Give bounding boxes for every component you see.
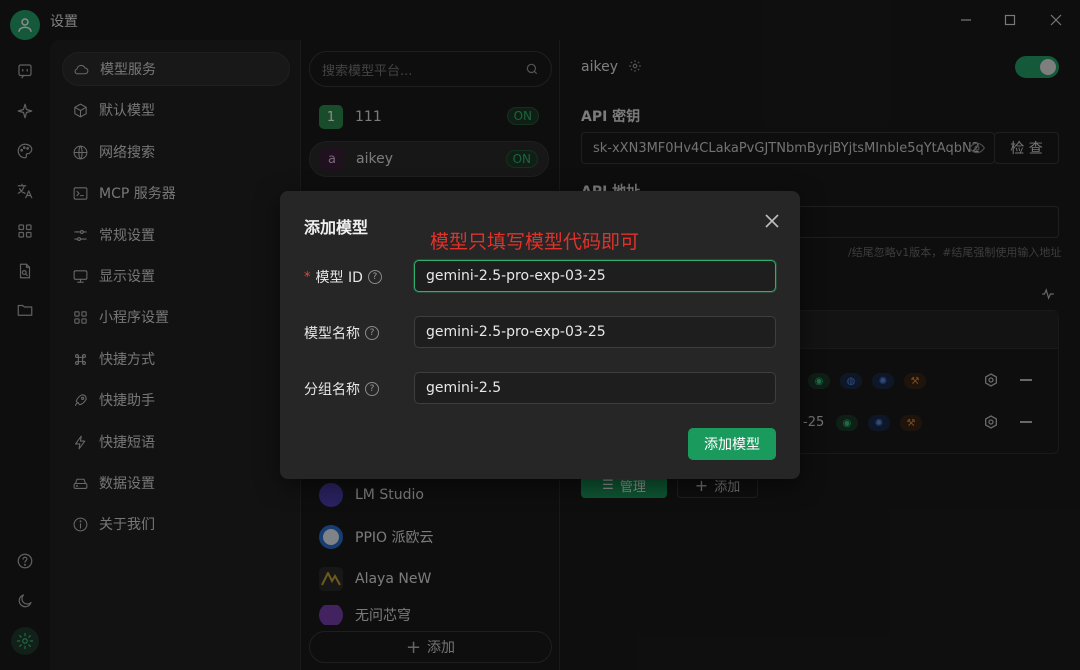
group-name-label: 分组名称 ? (304, 379, 379, 399)
group-name-input[interactable]: gemini-2.5 (414, 372, 776, 404)
close-icon (765, 214, 779, 228)
required-marker: * (304, 269, 311, 285)
model-id-label: * 模型 ID ? (304, 267, 382, 287)
dialog-close-button[interactable] (762, 211, 782, 231)
annotation-text: 模型只填写模型代码即可 (430, 231, 640, 253)
model-id-input[interactable]: gemini-2.5-pro-exp-03-25 (414, 260, 776, 292)
model-name-input[interactable]: gemini-2.5-pro-exp-03-25 (414, 316, 776, 348)
model-name-label: 模型名称 ? (304, 323, 379, 343)
model-name-label-text: 模型名称 (304, 326, 360, 342)
submit-add-model-button[interactable]: 添加模型 (688, 428, 776, 460)
group-name-label-text: 分组名称 (304, 382, 360, 398)
help-icon[interactable]: ? (365, 326, 379, 340)
help-icon[interactable]: ? (365, 382, 379, 396)
add-model-dialog: 添加模型 模型只填写模型代码即可 * 模型 ID ? gemini-2.5-pr… (280, 191, 800, 479)
dialog-title: 添加模型 (304, 218, 369, 237)
model-id-label-text: 模型 ID (315, 270, 363, 286)
help-icon[interactable]: ? (367, 270, 382, 284)
